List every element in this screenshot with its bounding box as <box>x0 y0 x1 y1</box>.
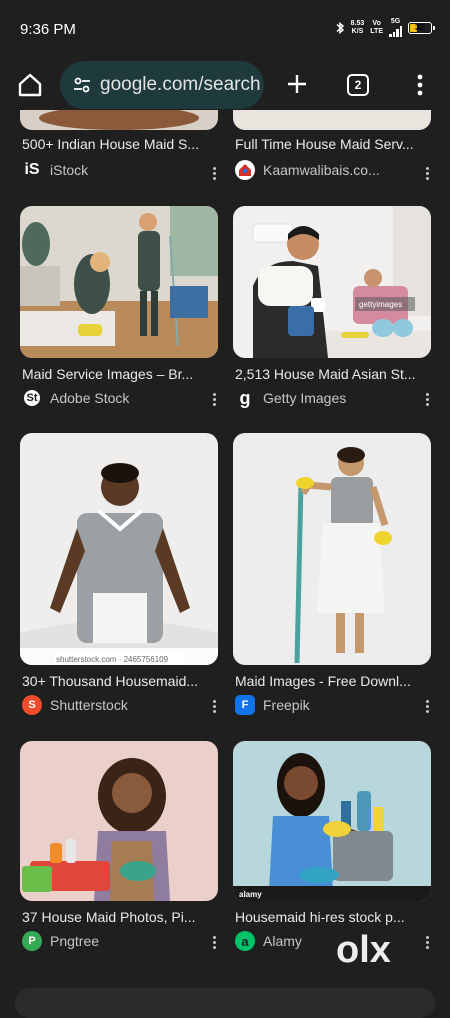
image-result[interactable]: 37 House Maid Photos, Pi... P Pngtree <box>20 741 218 961</box>
address-bar[interactable]: google.com/search <box>60 61 264 109</box>
bottom-suggestion-bar[interactable] <box>15 988 435 1018</box>
result-source[interactable]: St Adobe Stock <box>22 387 129 409</box>
network-type: 5G <box>389 18 402 37</box>
image-result[interactable]: gettyimages 2,513 House Maid Asian St...… <box>233 206 431 411</box>
battery-level: 32 <box>414 21 425 32</box>
status-bar: 9:36 PM 8.53 K/S Vo LTE 5G 32 <box>0 0 450 60</box>
signal-icon <box>389 26 402 37</box>
source-name: Kaamwalibais.co... <box>263 162 380 178</box>
result-source[interactable]: S Shutterstock <box>22 694 128 716</box>
more-options-icon[interactable] <box>206 388 222 410</box>
bluetooth-icon <box>336 21 344 34</box>
new-tab-icon[interactable] <box>285 72 309 96</box>
source-name: Shutterstock <box>50 697 128 713</box>
home-icon[interactable] <box>17 72 43 98</box>
more-options-icon[interactable] <box>419 162 435 184</box>
status-time: 9:36 PM <box>20 21 76 38</box>
svg-text:olx: olx <box>336 929 391 971</box>
url-text: google.com/search <box>100 74 261 95</box>
result-source[interactable]: g Getty Images <box>235 387 346 409</box>
image-result[interactable]: Full Time House Maid Serv... Kaamwalibai… <box>233 110 431 198</box>
volte-indicator: Vo LTE <box>370 19 383 35</box>
result-thumbnail[interactable] <box>233 433 431 665</box>
pngtree-favicon: P <box>22 931 42 951</box>
more-options-icon[interactable] <box>206 695 222 717</box>
result-thumbnail[interactable] <box>20 206 218 358</box>
tab-switcher-button[interactable]: 2 <box>347 74 369 96</box>
battery-icon: 32 <box>408 21 435 34</box>
result-thumbnail[interactable] <box>20 741 218 901</box>
result-title[interactable]: Full Time House Maid Serv... <box>235 136 435 152</box>
status-icons: 8.53 K/S Vo LTE 5G 32 <box>335 18 435 37</box>
result-title[interactable]: Maid Service Images – Br... <box>22 366 222 382</box>
alamy-watermark-text: alamy <box>239 890 262 899</box>
source-name: Freepik <box>263 697 310 713</box>
more-options-icon[interactable] <box>419 931 435 953</box>
more-options-icon[interactable] <box>206 162 222 184</box>
result-thumbnail[interactable] <box>233 110 431 130</box>
more-options-icon[interactable] <box>419 695 435 717</box>
getty-watermark-text: gettyimages <box>359 300 402 309</box>
result-title[interactable]: Maid Images - Free Downl... <box>235 673 435 689</box>
istock-favicon: iS <box>22 160 42 180</box>
source-name: iStock <box>50 162 89 178</box>
site-settings-icon[interactable] <box>72 75 92 95</box>
result-title[interactable]: 2,513 House Maid Asian St... <box>235 366 435 382</box>
image-result[interactable]: Maid Service Images – Br... St Adobe Sto… <box>20 206 218 411</box>
getty-favicon: g <box>235 388 255 408</box>
olx-watermark: olx <box>336 929 391 971</box>
result-source[interactable]: P Pngtree <box>22 930 99 952</box>
result-thumbnail[interactable]: alamy <box>233 741 431 901</box>
shutterstock-favicon: S <box>22 695 42 715</box>
image-results-grid: 500+ Indian House Maid S... iS iStock Fu… <box>0 110 450 1000</box>
alamy-favicon: a <box>235 931 255 951</box>
result-source[interactable]: Kaamwalibais.co... <box>235 159 380 181</box>
result-thumbnail[interactable]: gettyimages <box>233 206 431 358</box>
result-title[interactable]: 37 House Maid Photos, Pi... <box>22 909 222 925</box>
result-source[interactable]: iS iStock <box>22 159 88 181</box>
image-result[interactable]: 500+ Indian House Maid S... iS iStock <box>20 110 218 198</box>
source-name: Alamy <box>263 933 302 949</box>
source-name: Pngtree <box>50 933 100 949</box>
more-options-icon[interactable] <box>419 388 435 410</box>
result-source[interactable]: a Alamy <box>235 930 302 952</box>
result-thumbnail[interactable] <box>20 110 218 130</box>
source-name: Getty Images <box>263 390 347 406</box>
source-name: Adobe Stock <box>50 390 130 406</box>
result-thumbnail[interactable]: shutterstock.com · 2465756109 <box>20 433 218 665</box>
more-options-icon[interactable] <box>206 931 222 953</box>
browser-toolbar: google.com/search 2 <box>0 60 450 110</box>
result-title[interactable]: Housemaid hi-res stock p... <box>235 909 435 925</box>
more-options-icon[interactable] <box>408 72 432 98</box>
net-speed: 8.53 K/S <box>350 19 365 35</box>
adobe-stock-favicon: St <box>22 388 42 408</box>
image-result[interactable]: Maid Images - Free Downl... F Freepik <box>233 433 431 718</box>
result-title[interactable]: 30+ Thousand Housemaid... <box>22 673 222 689</box>
freepik-favicon: F <box>235 695 255 715</box>
shutterstock-caption: shutterstock.com · 2465756109 <box>56 655 169 664</box>
image-result[interactable]: shutterstock.com · 2465756109 30+ Thousa… <box>20 433 218 718</box>
result-title[interactable]: 500+ Indian House Maid S... <box>22 136 222 152</box>
result-source[interactable]: F Freepik <box>235 694 310 716</box>
kaamwalibais-favicon <box>235 160 255 180</box>
